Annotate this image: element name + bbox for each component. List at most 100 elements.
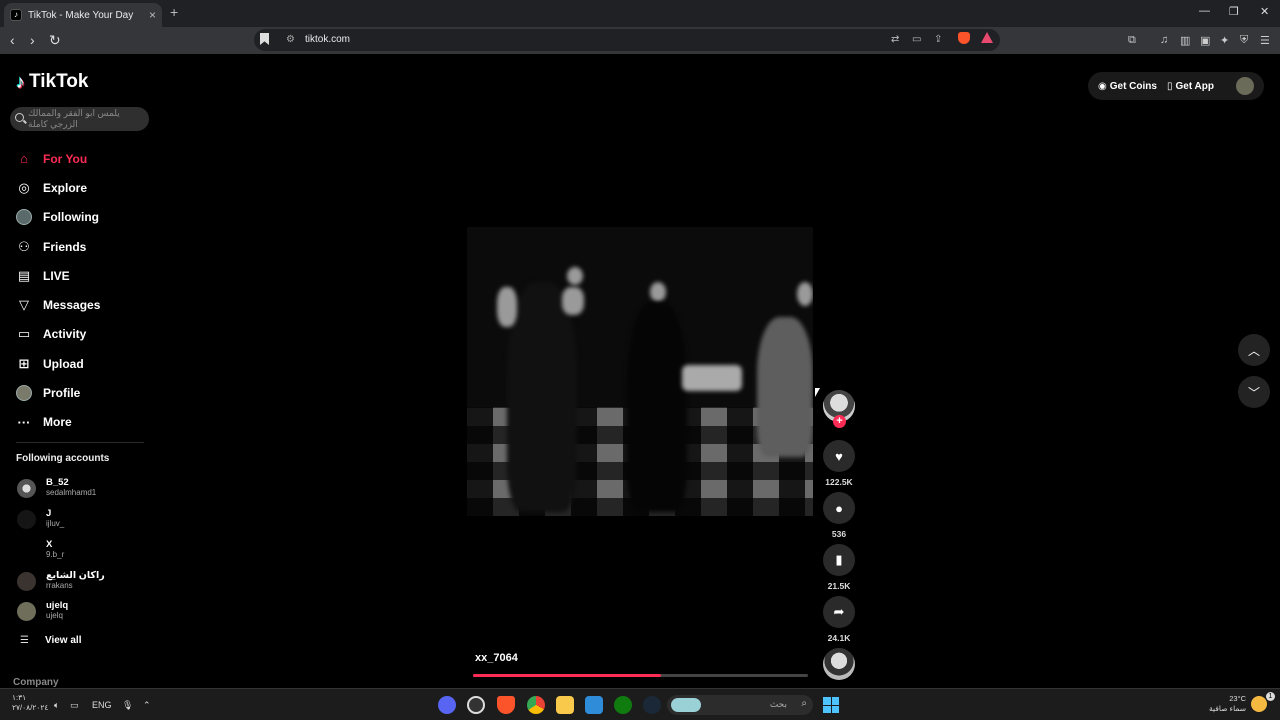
url-text: tiktok.com <box>305 34 351 45</box>
view-all-label: View all <box>44 635 82 646</box>
vpn-icon[interactable]: ⛨ <box>1240 34 1248 47</box>
minimize-button[interactable]: — <box>1199 5 1210 17</box>
browser-tab[interactable]: ♪ TikTok - Make Your Day × <box>4 3 162 27</box>
sidebar-icon[interactable]: ▥ <box>1180 34 1190 47</box>
microphone-icon[interactable]: 🎙︎ <box>122 700 133 711</box>
avatar <box>17 510 36 529</box>
network-icon[interactable]: ▭ <box>70 700 79 711</box>
activity-icon: ▭ <box>17 326 31 342</box>
sidebar-item-label: More <box>43 415 72 430</box>
sidebar-item-explore[interactable]: ◎ Explore <box>16 173 156 202</box>
user-avatar[interactable] <box>1236 77 1254 95</box>
reload-icon[interactable]: ↻ <box>49 32 61 48</box>
chrome-icon[interactable] <box>527 696 545 714</box>
volume-icon[interactable]: 🔈︎ <box>54 700 59 711</box>
bookmark-icon[interactable] <box>260 33 269 45</box>
sidebar-item-label: LIVE <box>43 268 70 283</box>
tiktok-logo[interactable]: ♪ TikTok <box>16 71 88 93</box>
back-icon[interactable]: ‹ <box>10 32 15 48</box>
menu-icon[interactable]: ☰ <box>1260 34 1270 47</box>
follow-plus-icon[interactable]: + <box>833 415 846 428</box>
account-item[interactable]: J ijluv_ <box>16 506 156 534</box>
share-button[interactable]: ➦ <box>823 596 855 628</box>
following-avatar-icon <box>16 209 32 226</box>
language-indicator[interactable]: ENG <box>92 700 112 710</box>
clock[interactable]: ١:٣١ ٢٧/٠٨/٢٠٢٤ <box>12 693 48 713</box>
brave-rewards-icon[interactable] <box>981 32 993 43</box>
leo-ai-icon[interactable]: ✦ <box>1220 34 1229 47</box>
account-item[interactable]: ujelq ujelq <box>16 598 156 626</box>
file-explorer-icon[interactable] <box>556 696 574 714</box>
live-icon: ▤ <box>17 267 31 283</box>
new-tab-button[interactable]: + <box>170 4 178 20</box>
sidebar-item-more[interactable]: ··· More <box>16 408 156 437</box>
address-bar[interactable]: ⚙ tiktok.com ⇄ ▭ ⇪ <box>254 29 1000 51</box>
obs-icon[interactable] <box>467 696 485 714</box>
sidebar-item-for-you[interactable]: ⌂ For You <box>16 144 156 173</box>
upload-icon: ⊞ <box>18 355 30 371</box>
video-progress-bar[interactable] <box>473 674 808 677</box>
account-item[interactable]: راكان الشايع rrakans <box>16 568 156 596</box>
like-button[interactable]: ♥ <box>823 440 855 472</box>
heart-icon: ♥ <box>835 448 843 464</box>
weather-widget[interactable]: 23°C سماء صافية <box>1206 694 1246 714</box>
brave-browser-icon[interactable] <box>497 696 515 714</box>
company-link[interactable]: Company <box>13 677 59 688</box>
sidebar-item-following[interactable]: Following <box>16 203 156 232</box>
share-icon[interactable]: ⇪ <box>934 34 942 45</box>
avatar <box>17 572 36 591</box>
notification-badge[interactable]: 1 <box>1266 692 1275 701</box>
media-icon[interactable]: ♫ <box>1160 34 1168 46</box>
maximize-button[interactable]: ❐ <box>1229 5 1239 18</box>
sidebar-item-messages[interactable]: ▽ Messages <box>16 290 156 319</box>
taskbar-search[interactable]: بحث ⌕ <box>667 695 813 715</box>
wallet-icon[interactable]: ▣ <box>1200 34 1210 47</box>
video-player[interactable] <box>467 227 813 516</box>
sidebar-item-label: Activity <box>43 327 87 342</box>
close-window-button[interactable]: ✕ <box>1260 5 1269 18</box>
brave-shields-icon[interactable] <box>958 32 970 44</box>
tab-close-icon[interactable]: × <box>149 8 156 22</box>
sidebar-item-upload[interactable]: ⊞ Upload <box>16 349 156 378</box>
translate-icon[interactable]: ⇄ <box>891 34 899 45</box>
previous-video-button[interactable]: ︿ <box>1238 334 1270 366</box>
account-item[interactable]: X 9.b_r <box>16 537 156 565</box>
tray-chevron-icon[interactable]: ⌃ <box>143 700 151 711</box>
list-icon: ☰ <box>20 635 29 646</box>
browser-tab-bar: ♪ TikTok - Make Your Day × + — ❐ ✕ <box>0 0 1280 27</box>
account-item[interactable]: B_52 sedalmhamd1 <box>16 475 156 503</box>
screenshot-icon[interactable]: ⧉ <box>1128 34 1136 47</box>
music-disc[interactable] <box>823 648 855 680</box>
account-name: X <box>46 539 53 550</box>
account-name: B_52 <box>46 477 69 488</box>
microsoft-store-icon[interactable] <box>585 696 603 714</box>
sidebar-item-activity[interactable]: ▭ Activity <box>16 320 156 349</box>
search-icon <box>15 113 24 122</box>
search-input[interactable]: يلمس ابو الفقر والممالك الزرجي كاملة <box>10 107 149 131</box>
sidebar-item-profile[interactable]: Profile <box>16 378 156 407</box>
next-video-button[interactable]: ﹀ <box>1238 376 1270 408</box>
cast-icon[interactable]: ▭ <box>912 34 921 45</box>
dancer-figure <box>507 282 577 512</box>
tab-title: TikTok - Make Your Day <box>28 9 134 21</box>
account-handle: rrakans <box>46 581 73 590</box>
sidebar-item-label: For You <box>43 151 88 166</box>
search-placeholder: يلمس ابو الفقر والممالك الزرجي كاملة <box>28 108 120 129</box>
steam-icon[interactable] <box>643 696 661 714</box>
video-author[interactable]: xx_7064 <box>475 652 518 664</box>
comment-button[interactable]: ● <box>823 492 855 524</box>
view-all-link[interactable]: ☰ View all <box>20 635 81 646</box>
sidebar-item-live[interactable]: ▤ LIVE <box>16 261 156 290</box>
sidebar-item-friends[interactable]: ⚇ Friends <box>16 232 156 261</box>
get-app-label: Get App <box>1175 80 1214 92</box>
start-icon[interactable] <box>823 697 839 713</box>
save-button[interactable]: ▮ <box>823 544 855 576</box>
get-app-button[interactable]: ▯ Get App <box>1167 81 1214 92</box>
discord-icon[interactable] <box>438 696 456 714</box>
search-highlight-icon <box>671 698 701 712</box>
xbox-icon[interactable] <box>614 696 632 714</box>
get-coins-button[interactable]: ◉ Get Coins <box>1098 81 1157 92</box>
forward-icon[interactable]: › <box>30 32 35 48</box>
site-info-icon[interactable]: ⚙ <box>286 34 295 45</box>
like-count: 122.5K <box>825 477 853 487</box>
